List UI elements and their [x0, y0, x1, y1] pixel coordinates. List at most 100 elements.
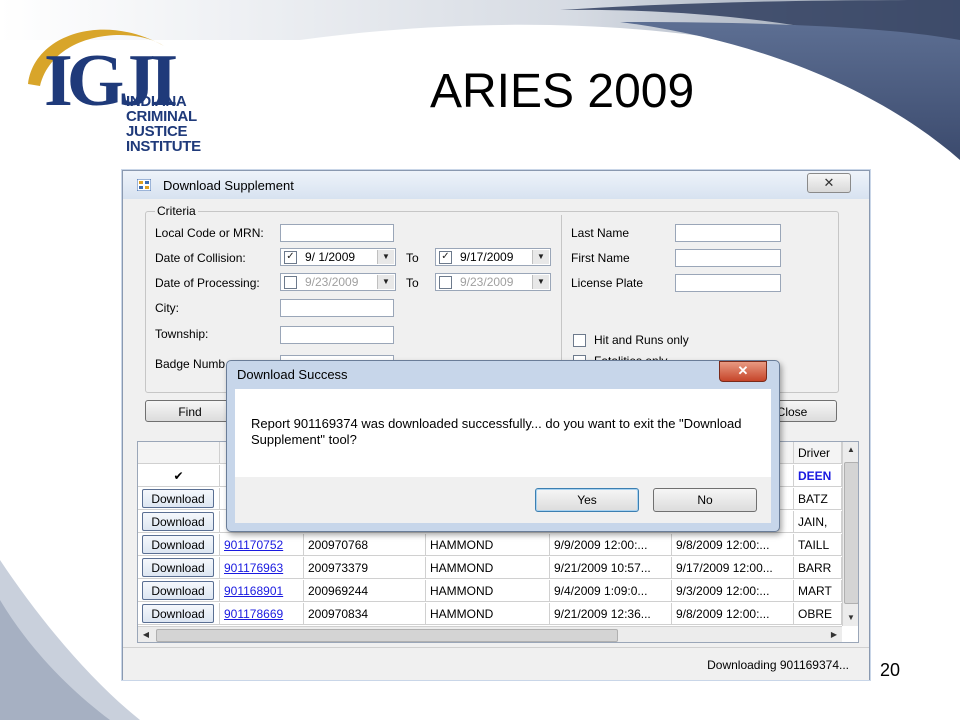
- page-number: 20: [880, 660, 901, 680]
- driver-cell: MART: [794, 580, 842, 602]
- close-icon: ✕: [823, 175, 835, 190]
- dialog-close-button[interactable]: ✕: [719, 361, 767, 382]
- status-text: Downloading 901169374...: [707, 658, 849, 672]
- download-button[interactable]: Download: [142, 581, 214, 600]
- download-button[interactable]: Download: [142, 489, 214, 508]
- dialog-footer: Yes No: [235, 477, 771, 523]
- report-link[interactable]: 901168901: [220, 580, 304, 602]
- to-label: To: [406, 276, 419, 290]
- date-cell: 9/21/2009 10:57...: [550, 557, 672, 579]
- checked-icon[interactable]: ✓: [284, 251, 297, 264]
- driver-cell: BATZ: [794, 488, 842, 510]
- logo-line: CRIMINAL: [126, 108, 197, 125]
- license-plate-label: License Plate: [571, 276, 644, 290]
- table-row[interactable]: Download 901178669 200970834 HAMMOND 9/2…: [138, 603, 842, 626]
- window-title: Download Supplement: [163, 178, 294, 193]
- dropdown-arrow-icon[interactable]: ▼: [377, 275, 394, 289]
- date-collision-from-picker[interactable]: ✓ 9/ 1/2009 ▼: [280, 248, 396, 266]
- report-link[interactable]: 901176963: [220, 557, 304, 579]
- scroll-thumb[interactable]: [844, 462, 858, 604]
- scroll-thumb[interactable]: [156, 629, 618, 642]
- report-link[interactable]: 901178669: [220, 603, 304, 625]
- driver-cell: JAIN,: [794, 511, 842, 533]
- yes-button[interactable]: Yes: [535, 488, 639, 512]
- download-button[interactable]: Download: [142, 512, 214, 531]
- table-row[interactable]: Download 901170752 200970768 HAMMOND 9/9…: [138, 534, 842, 557]
- no-button[interactable]: No: [653, 488, 757, 512]
- date-cell: 9/17/2009 12:00...: [672, 557, 794, 579]
- scroll-down-arrow-icon[interactable]: ▼: [843, 610, 858, 626]
- app-icon: [137, 179, 151, 191]
- vertical-scrollbar[interactable]: ▲ ▼: [842, 442, 858, 626]
- download-cell: Download: [138, 488, 220, 510]
- hit-runs-label: Hit and Runs only: [594, 333, 689, 347]
- city-cell: HAMMOND: [426, 557, 550, 579]
- township-input[interactable]: [280, 326, 394, 344]
- date-processing-to-picker[interactable]: 9/23/2009 ▼: [435, 273, 551, 291]
- download-success-dialog: Download Success ✕ Report 901169374 was …: [226, 360, 780, 532]
- license-plate-input[interactable]: [675, 274, 781, 292]
- download-button[interactable]: Download: [142, 604, 214, 623]
- city-cell: HAMMOND: [426, 580, 550, 602]
- download-cell: Download: [138, 603, 220, 625]
- date-processing-from-picker[interactable]: 9/23/2009 ▼: [280, 273, 396, 291]
- driver-cell: OBRE: [794, 603, 842, 625]
- date-value: 9/ 1/2009: [305, 250, 356, 264]
- download-button[interactable]: Download: [142, 558, 214, 577]
- table-row[interactable]: Download 901176963 200973379 HAMMOND 9/2…: [138, 557, 842, 580]
- header-driver[interactable]: Driver: [794, 442, 842, 464]
- date-cell: 9/9/2009 12:00:...: [550, 534, 672, 556]
- date-cell: 9/3/2009 12:00:...: [672, 580, 794, 602]
- local-code-input[interactable]: [280, 224, 394, 242]
- township-label: Township:: [155, 327, 209, 341]
- dropdown-arrow-icon[interactable]: ▼: [532, 250, 549, 264]
- first-name-label: First Name: [571, 251, 630, 265]
- city-label: City:: [155, 301, 179, 315]
- driver-cell: DEEN: [794, 465, 842, 487]
- find-button[interactable]: Find: [145, 400, 235, 422]
- date-cell: 9/8/2009 12:00:...: [672, 603, 794, 625]
- window-titlebar[interactable]: Download Supplement ✕: [123, 171, 869, 199]
- scroll-left-arrow-icon[interactable]: ◀: [138, 627, 154, 642]
- download-cell: Download: [138, 511, 220, 533]
- date-value: 9/17/2009: [460, 250, 514, 264]
- row-selected-icon: ✔: [138, 465, 220, 487]
- badge-number-label: Badge Numb: [155, 357, 226, 371]
- local-cell: 200970834: [304, 603, 426, 625]
- table-row[interactable]: Download 901168901 200969244 HAMMOND 9/4…: [138, 580, 842, 603]
- date-collision-label: Date of Collision:: [155, 251, 246, 265]
- logo-line: INDIANA: [126, 93, 187, 110]
- date-collision-to-picker[interactable]: ✓ 9/17/2009 ▼: [435, 248, 551, 266]
- download-cell: Download: [138, 557, 220, 579]
- local-cell: 200973379: [304, 557, 426, 579]
- window-close-button[interactable]: ✕: [807, 173, 851, 193]
- dropdown-arrow-icon[interactable]: ▼: [377, 250, 394, 264]
- dialog-message: Report 901169374 was downloaded successf…: [251, 416, 742, 447]
- download-cell: Download: [138, 534, 220, 556]
- download-button[interactable]: Download: [142, 535, 214, 554]
- dropdown-arrow-icon[interactable]: ▼: [532, 275, 549, 289]
- date-cell: 9/4/2009 1:09:0...: [550, 580, 672, 602]
- checked-icon[interactable]: ✓: [439, 251, 452, 264]
- close-icon: ✕: [737, 363, 749, 378]
- header-cell[interactable]: [138, 442, 220, 464]
- city-input[interactable]: [280, 299, 394, 317]
- first-name-input[interactable]: [675, 249, 781, 267]
- slide-title: ARIES 2009: [430, 65, 695, 118]
- date-value: 9/23/2009: [305, 275, 359, 289]
- to-label: To: [406, 251, 419, 265]
- local-cell: 200969244: [304, 580, 426, 602]
- scroll-right-arrow-icon[interactable]: ▶: [826, 627, 842, 642]
- unchecked-icon[interactable]: [284, 276, 297, 289]
- dialog-title: Download Success: [237, 367, 348, 382]
- report-link[interactable]: 901170752: [220, 534, 304, 556]
- scroll-up-arrow-icon[interactable]: ▲: [843, 442, 858, 458]
- horizontal-scrollbar[interactable]: ◀ ▶: [138, 626, 842, 642]
- unchecked-icon[interactable]: [439, 276, 452, 289]
- last-name-input[interactable]: [675, 224, 781, 242]
- criteria-legend: Criteria: [155, 204, 198, 218]
- logo-line: INSTITUTE: [126, 138, 201, 155]
- driver-cell: BARR: [794, 557, 842, 579]
- status-bar: Downloading 901169374...: [123, 647, 869, 680]
- hit-runs-checkbox[interactable]: [573, 334, 586, 347]
